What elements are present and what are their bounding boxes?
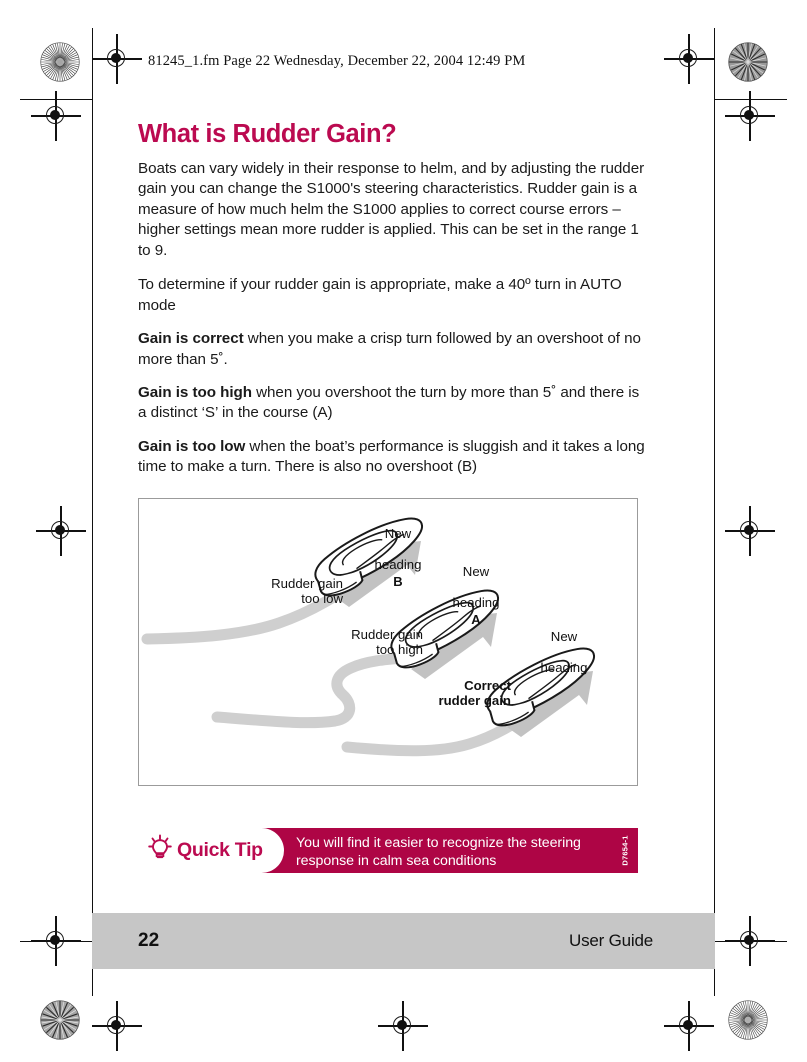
label-new-heading-c-line1: New — [550, 629, 578, 645]
paragraph-intro: Boats can vary widely in their response … — [138, 160, 645, 259]
trim-line-top-left-horizontal — [20, 99, 92, 101]
gain-correct-lead: Gain is correct — [138, 330, 244, 348]
footer-guide-label: User Guide — [569, 931, 653, 950]
paragraph-gain-correct: Gain is correct when you make a crisp tu… — [138, 329, 650, 370]
registration-rosette-top-right — [728, 42, 768, 82]
document-filename-header: 81245_1.fm Page 22 Wednesday, December 2… — [148, 53, 526, 69]
label-rudder-gain-too-high: Rudder gain too high — [351, 627, 423, 658]
page-title: What is Rudder Gain? — [138, 120, 397, 148]
trim-line-top-right-horizontal — [715, 99, 787, 101]
crosshair-mark-upper-right — [725, 91, 775, 141]
quick-tip-banner: Quick Tip You will find it easier to rec… — [138, 828, 638, 873]
label-new-heading-correct: New heading — [527, 614, 601, 676]
label-new-heading-b-line1: New — [384, 526, 412, 542]
label-new-heading-b: New heading B — [361, 511, 435, 604]
trim-line-bottom-right-horizontal — [715, 941, 787, 943]
paragraph-determine: To determine if your rudder gain is appr… — [138, 276, 622, 314]
crosshair-mark-bottom-center — [378, 1001, 428, 1051]
crosshair-mark-middle-right — [725, 506, 775, 556]
registration-rosette-bottom-left — [40, 1000, 80, 1040]
gain-too-low-lead: Gain is too low — [138, 437, 246, 455]
paragraph-gain-too-low: Gain is too low when the boat’s performa… — [138, 437, 650, 478]
page-footer: 22 User Guide — [92, 913, 715, 969]
rudder-gain-diagram: New heading B New heading A New heading … — [138, 498, 638, 786]
registration-rosette-bottom-right — [728, 1000, 768, 1040]
crosshair-mark-middle-left — [36, 506, 86, 556]
quick-tip-pill: Quick Tip — [138, 828, 284, 873]
trim-line-bottom-left-horizontal — [20, 941, 92, 943]
footer-page-number: 22 — [138, 930, 160, 951]
quick-tip-text: You will find it easier to recognize the… — [296, 835, 581, 870]
label-correct-rudder-gain: Correct rudder gain — [438, 678, 511, 709]
gain-too-high-lead: Gain is too high — [138, 383, 252, 401]
label-new-heading-a-line2: heading — [452, 595, 500, 611]
label-new-heading-a-line1: New — [462, 564, 490, 580]
crosshair-mark-bottom-left-inner — [92, 1001, 142, 1051]
label-new-heading-c-line2: heading — [540, 660, 588, 676]
label-new-heading-b-line2: heading — [374, 557, 422, 573]
label-marker-b: B — [393, 573, 403, 589]
quick-tip-label: Quick Tip — [177, 839, 263, 861]
label-marker-a: A — [471, 611, 481, 627]
lightbulb-icon — [147, 834, 173, 867]
quick-tip-figure-code: D7654-1 — [620, 835, 630, 866]
page-content: What is Rudder Gain? Boats can vary wide… — [138, 120, 650, 491]
crosshair-mark-bottom-right-inner — [664, 1001, 714, 1051]
label-new-heading-a: New heading A — [439, 549, 513, 642]
document-page: 81245_1.fm Page 22 Wednesday, December 2… — [92, 28, 715, 996]
crosshair-mark-upper-left — [31, 91, 81, 141]
label-rudder-gain-too-low: Rudder gain too low — [271, 576, 343, 607]
paragraph-gain-too-high: Gain is too high when you overshoot the … — [138, 383, 650, 424]
registration-rosette-top-left — [40, 42, 80, 82]
